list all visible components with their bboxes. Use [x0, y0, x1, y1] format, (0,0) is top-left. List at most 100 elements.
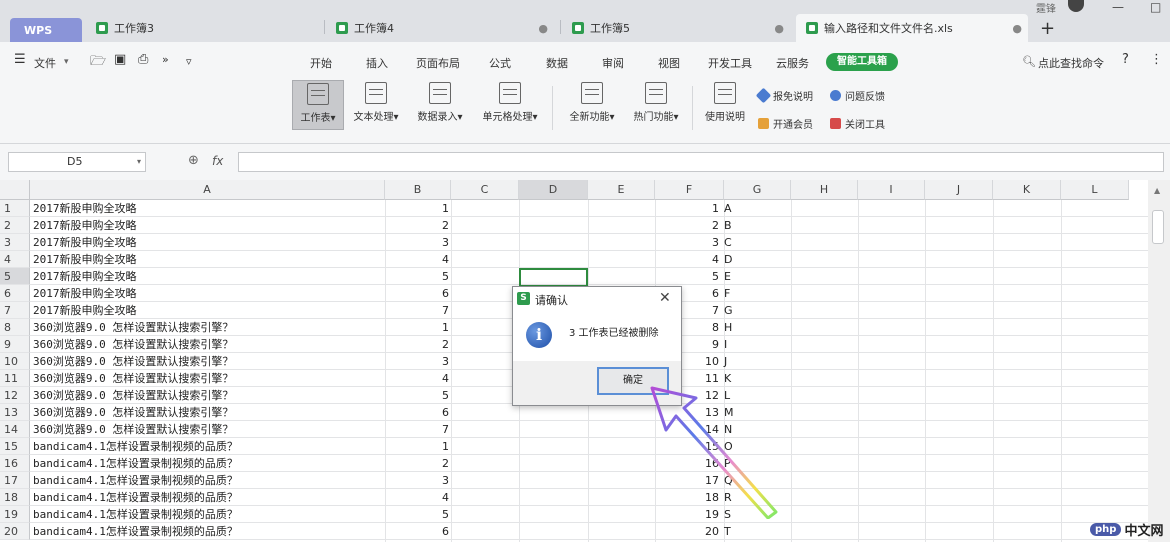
close-tool-link[interactable]: 关闭工具: [830, 116, 885, 131]
vertical-scrollbar[interactable]: ▲: [1148, 180, 1170, 542]
cell-b[interactable]: 2: [385, 217, 449, 234]
cell-g[interactable]: T: [724, 523, 731, 540]
row-header[interactable]: 5: [0, 268, 30, 285]
user-name[interactable]: 霆锋: [1036, 0, 1056, 15]
column-header-k[interactable]: K: [993, 180, 1061, 200]
cell-a[interactable]: 2017新股申购全攻略: [33, 251, 137, 268]
row-header[interactable]: 18: [0, 489, 30, 506]
avatar[interactable]: [1068, 0, 1084, 12]
cell-f[interactable]: 20: [655, 523, 719, 540]
row-header[interactable]: 2: [0, 217, 30, 234]
cell-b[interactable]: 3: [385, 353, 449, 370]
tab-workbook4[interactable]: 工作簿4 ●: [326, 14, 558, 42]
print-icon[interactable]: ⎙: [138, 52, 148, 67]
function-icon[interactable]: fx: [212, 154, 223, 168]
row-header[interactable]: 6: [0, 285, 30, 302]
new-tab-button[interactable]: +: [1040, 18, 1055, 39]
cell-g[interactable]: E: [724, 268, 731, 285]
menu-file[interactable]: 文件: [34, 55, 56, 71]
formula-input[interactable]: [238, 152, 1164, 172]
disclaimer-link[interactable]: 报免说明: [755, 87, 813, 104]
zoom-icon[interactable]: ⊕: [188, 153, 199, 168]
scroll-up-icon[interactable]: ▲: [1154, 186, 1160, 195]
cell-g[interactable]: D: [724, 251, 732, 268]
scroll-thumb[interactable]: [1152, 210, 1164, 244]
new-features-button[interactable]: 全新功能▾: [562, 80, 622, 130]
column-header-l[interactable]: L: [1061, 180, 1129, 200]
row-header[interactable]: 8: [0, 319, 30, 336]
cell-a[interactable]: 2017新股申购全攻略: [33, 302, 137, 319]
chevron-down-icon[interactable]: ▾: [137, 153, 141, 171]
cell-a[interactable]: 2017新股申购全攻略: [33, 200, 137, 217]
more-tools-icon[interactable]: »: [162, 53, 169, 66]
cell-b[interactable]: 2: [385, 336, 449, 353]
menu-formulas[interactable]: 公式: [489, 55, 511, 71]
column-header-e[interactable]: E: [588, 180, 655, 200]
cell-f[interactable]: 5: [655, 268, 719, 285]
row-header[interactable]: 10: [0, 353, 30, 370]
cell-b[interactable]: 3: [385, 472, 449, 489]
menu-developer[interactable]: 开发工具: [708, 55, 752, 71]
cell-g[interactable]: J: [724, 353, 727, 370]
cell-g[interactable]: I: [724, 336, 727, 353]
row-header[interactable]: 12: [0, 387, 30, 404]
cell-a[interactable]: 2017新股申购全攻略: [33, 285, 137, 302]
tab-workbook5[interactable]: 工作簿5 ●: [562, 14, 794, 42]
cell-a[interactable]: 360浏览器9.0 怎样设置默认搜索引擎？: [33, 336, 233, 353]
cell-g[interactable]: B: [724, 217, 732, 234]
tab-close-icon[interactable]: ●: [1012, 22, 1022, 35]
data-entry-button[interactable]: 数据录入▾: [412, 80, 468, 130]
cell-a[interactable]: 360浏览器9.0 怎样设置默认搜索引擎？: [33, 353, 233, 370]
dialog-close-button[interactable]: ✕: [659, 290, 671, 306]
row-header[interactable]: 4: [0, 251, 30, 268]
name-box[interactable]: D5 ▾: [8, 152, 146, 172]
cell-g[interactable]: G: [724, 302, 733, 319]
quick-access-dropdown[interactable]: ▿: [186, 55, 192, 68]
cell-g[interactable]: C: [724, 234, 732, 251]
select-all-corner[interactable]: [0, 180, 30, 200]
tab-close-icon[interactable]: ●: [774, 22, 784, 35]
cell-b[interactable]: 2: [385, 455, 449, 472]
row-header[interactable]: 3: [0, 234, 30, 251]
tab-close-icon[interactable]: ●: [538, 22, 548, 35]
menu-insert[interactable]: 插入: [366, 55, 388, 71]
cell-a[interactable]: 2017新股申购全攻略: [33, 217, 137, 234]
cell-b[interactable]: 4: [385, 251, 449, 268]
cell-a[interactable]: bandicam4.1怎样设置录制视频的品质？: [33, 489, 238, 506]
column-header-a[interactable]: A: [30, 180, 385, 200]
open-folder-icon[interactable]: 🗁: [90, 52, 106, 74]
cell-a[interactable]: bandicam4.1怎样设置录制视频的品质？: [33, 472, 238, 489]
selected-cell-d5[interactable]: [519, 268, 588, 287]
row-header[interactable]: 11: [0, 370, 30, 387]
cell-g[interactable]: F: [724, 285, 730, 302]
save-icon[interactable]: ▣: [114, 52, 126, 67]
cell-b[interactable]: 1: [385, 438, 449, 455]
cell-b[interactable]: 5: [385, 387, 449, 404]
cell-b[interactable]: 7: [385, 421, 449, 438]
column-header-g[interactable]: G: [724, 180, 791, 200]
cell-f[interactable]: 4: [655, 251, 719, 268]
cell-b[interactable]: 6: [385, 404, 449, 421]
row-header[interactable]: 19: [0, 506, 30, 523]
row-header[interactable]: 13: [0, 404, 30, 421]
menu-home[interactable]: 开始: [310, 55, 332, 71]
row-header[interactable]: 1: [0, 200, 30, 217]
cell-a[interactable]: 360浏览器9.0 怎样设置默认搜索引擎？: [33, 319, 233, 336]
cell-g[interactable]: A: [724, 200, 732, 217]
cell-b[interactable]: 4: [385, 370, 449, 387]
cell-b[interactable]: 5: [385, 268, 449, 285]
cell-processing-button[interactable]: 单元格处理▾: [476, 80, 544, 130]
cell-b[interactable]: 1: [385, 200, 449, 217]
column-header-d[interactable]: D: [519, 180, 588, 200]
hamburger-icon[interactable]: ☰: [14, 52, 26, 67]
tab-smart-toolbox[interactable]: 智能工具箱: [826, 53, 898, 71]
cell-a[interactable]: bandicam4.1怎样设置录制视频的品质？: [33, 506, 238, 523]
column-header-h[interactable]: H: [791, 180, 858, 200]
column-header-f[interactable]: F: [655, 180, 724, 200]
cell-b[interactable]: 5: [385, 506, 449, 523]
row-header[interactable]: 9: [0, 336, 30, 353]
menu-cloud[interactable]: 云服务: [776, 55, 809, 71]
help-icon[interactable]: ?: [1122, 52, 1129, 67]
tab-active-file[interactable]: 输入路径和文件文件名.xls ●: [796, 14, 1028, 42]
minimize-button[interactable]: —: [1112, 0, 1124, 14]
